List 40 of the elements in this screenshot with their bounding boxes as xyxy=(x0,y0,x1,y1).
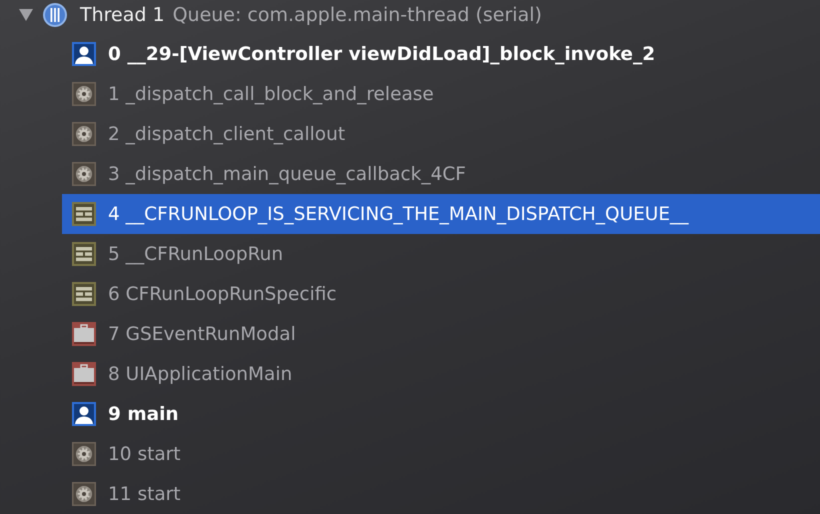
frame-label: 8 UIApplicationMain xyxy=(108,364,292,384)
gear-icon xyxy=(72,162,96,186)
brick-icon xyxy=(72,282,96,306)
person-icon xyxy=(72,402,96,426)
frame-label: 1 _dispatch_call_block_and_release xyxy=(108,84,434,104)
frame-label: 11 start xyxy=(108,484,181,504)
gear-icon xyxy=(72,442,96,466)
stack-frame-row[interactable]: 9 main xyxy=(62,394,820,434)
frame-label: 7 GSEventRunModal xyxy=(108,324,296,344)
queue-label: Queue: com.apple.main-thread (serial) xyxy=(172,4,542,26)
stack-frame-row[interactable]: 7 GSEventRunModal xyxy=(62,314,820,354)
stack-frame-row[interactable]: 1 _dispatch_call_block_and_release xyxy=(62,74,820,114)
stack-frame-row[interactable]: 10 start xyxy=(62,434,820,474)
gear-icon xyxy=(72,482,96,506)
brick-icon xyxy=(72,202,96,226)
stack-frame-row[interactable]: 11 start xyxy=(62,474,820,514)
disclosure-triangle[interactable] xyxy=(18,8,34,22)
stack-frame-row[interactable]: 2 _dispatch_client_callout xyxy=(62,114,820,154)
stack-frame-row[interactable]: 4 __CFRUNLOOP_IS_SERVICING_THE_MAIN_DISPATCH_QUEUE__ xyxy=(62,194,820,234)
stack-frame-row[interactable]: 0 __29-[ViewController viewDidLoad]_block_invoke_2 xyxy=(62,34,820,74)
stack-frame-row[interactable]: 8 UIApplicationMain xyxy=(62,354,820,394)
frame-label: 6 CFRunLoopRunSpecific xyxy=(108,284,337,304)
frame-label: 5 __CFRunLoopRun xyxy=(108,244,284,264)
person-icon xyxy=(72,42,96,66)
frame-label: 2 _dispatch_client_callout xyxy=(108,124,346,144)
briefcase-icon xyxy=(72,322,96,346)
frame-label: 4 __CFRUNLOOP_IS_SERVICING_THE_MAIN_DISPATCH_QUEUE__ xyxy=(108,204,689,224)
frame-label: 10 start xyxy=(108,444,181,464)
brick-icon xyxy=(72,242,96,266)
briefcase-icon xyxy=(72,362,96,386)
stack-frame-row[interactable]: 6 CFRunLoopRunSpecific xyxy=(62,274,820,314)
stack-frame-row[interactable]: 3 _dispatch_main_queue_callback_4CF xyxy=(62,154,820,194)
frame-label: 9 main xyxy=(108,404,179,424)
thread-icon xyxy=(42,2,68,28)
stack-frame-row[interactable]: 5 __CFRunLoopRun xyxy=(62,234,820,274)
gear-icon xyxy=(72,122,96,146)
frame-label: 0 __29-[ViewController viewDidLoad]_block_invoke_2 xyxy=(108,44,656,64)
thread-name: Thread 1 xyxy=(80,4,165,26)
gear-icon xyxy=(72,82,96,106)
frame-label: 3 _dispatch_main_queue_callback_4CF xyxy=(108,164,466,184)
